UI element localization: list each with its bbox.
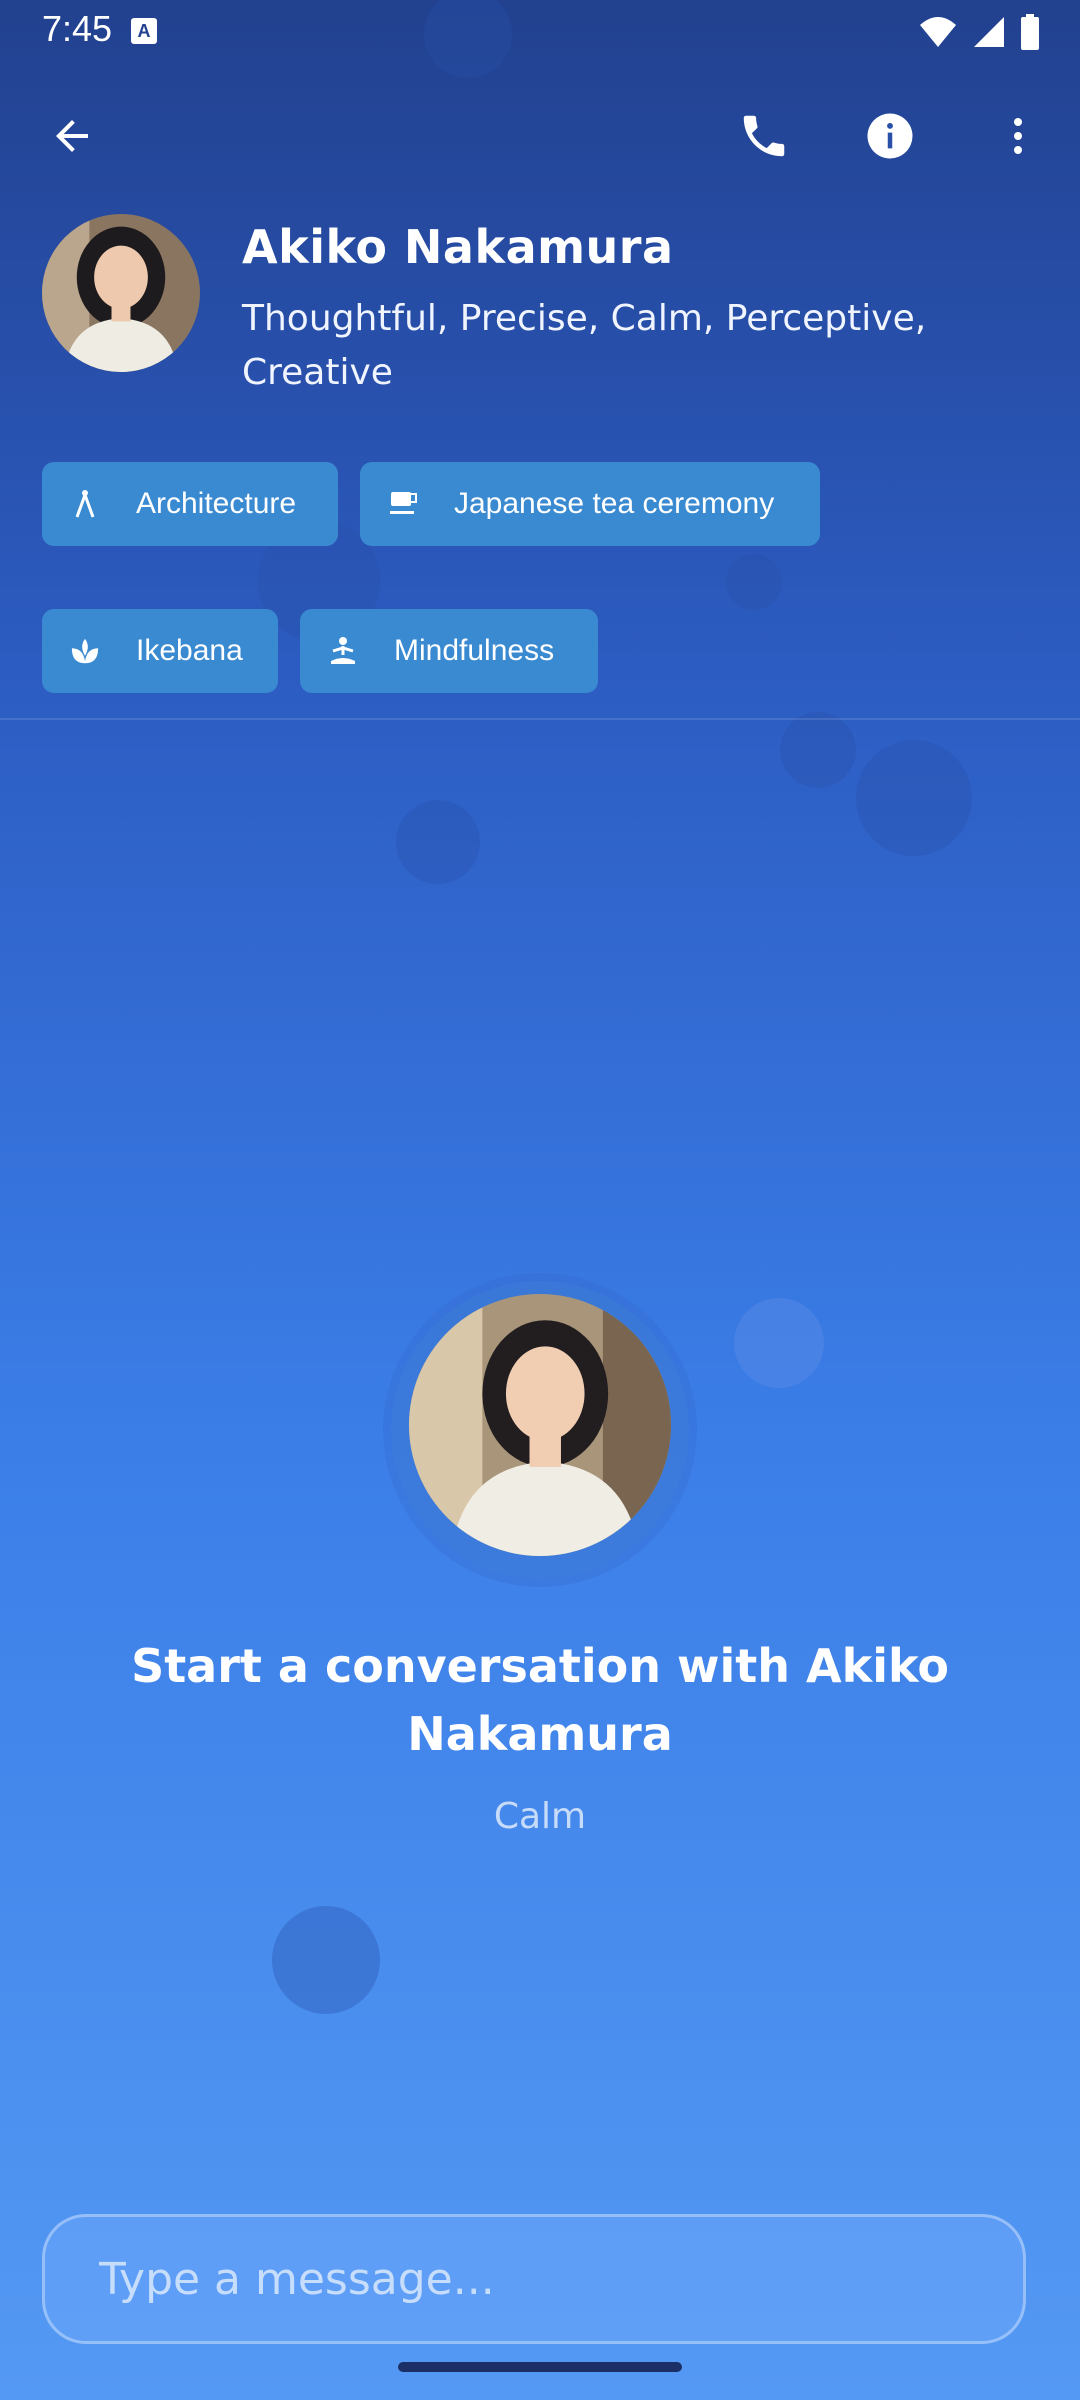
meditation-icon	[328, 636, 358, 666]
battery-icon	[1021, 14, 1039, 50]
phone-icon	[743, 115, 785, 157]
compass-icon	[70, 489, 100, 519]
more-options-button[interactable]	[978, 96, 1058, 176]
chip-label: Japanese tea ceremony	[454, 487, 775, 520]
chip-label: Mindfulness	[394, 634, 555, 667]
back-button[interactable]	[32, 96, 112, 176]
background-bubble	[856, 740, 972, 856]
background-bubble	[780, 712, 856, 788]
background-bubble	[726, 554, 782, 610]
more-vert-icon	[1014, 118, 1022, 154]
interest-chip-ikebana[interactable]: Ikebana	[42, 609, 278, 693]
background-bubble	[396, 800, 480, 884]
status-time: 7:45	[42, 8, 113, 49]
lotus-icon	[70, 636, 100, 666]
wifi-icon	[920, 17, 956, 47]
chip-label: Ikebana	[136, 634, 243, 667]
empty-state-title: Start a conversation with Akiko Nakamura	[131, 1639, 949, 1761]
arrow-back-icon	[56, 120, 88, 152]
interest-chip-japanese-tea-ceremony[interactable]: Japanese tea ceremony	[360, 462, 820, 546]
interest-chip-architecture[interactable]: Architecture	[42, 462, 338, 546]
interest-chip-mindfulness[interactable]: Mindfulness	[300, 609, 598, 693]
signal-icon	[974, 17, 1004, 47]
chip-label: Architecture	[136, 487, 297, 520]
avatar-large	[409, 1294, 671, 1556]
notification-icon: A	[131, 18, 157, 44]
app-bar	[0, 96, 1080, 176]
background-bubble	[272, 1906, 380, 2014]
background-bubble	[734, 1298, 824, 1388]
message-input[interactable]	[99, 2217, 979, 2341]
message-composer	[42, 2214, 1026, 2344]
profile-traits: Thoughtful, Precise, Calm, Perceptive, C…	[242, 298, 927, 393]
call-button[interactable]	[724, 96, 804, 176]
avatar-photo	[409, 1294, 671, 1556]
mood-label: Calm	[493, 1796, 587, 1837]
status-bar: 7:45 A	[0, 0, 1080, 64]
tea-cup-icon	[388, 489, 418, 519]
info-icon	[867, 113, 913, 159]
info-button[interactable]	[850, 96, 930, 176]
home-indicator[interactable]	[398, 2362, 682, 2372]
header-divider	[0, 718, 1080, 720]
profile-name: Akiko Nakamura	[242, 220, 674, 274]
avatar-photo	[42, 214, 200, 372]
avatar[interactable]	[42, 214, 200, 372]
status-icons	[918, 12, 1040, 52]
profile-header: Akiko Nakamura Thoughtful, Precise, Calm…	[42, 214, 1042, 414]
